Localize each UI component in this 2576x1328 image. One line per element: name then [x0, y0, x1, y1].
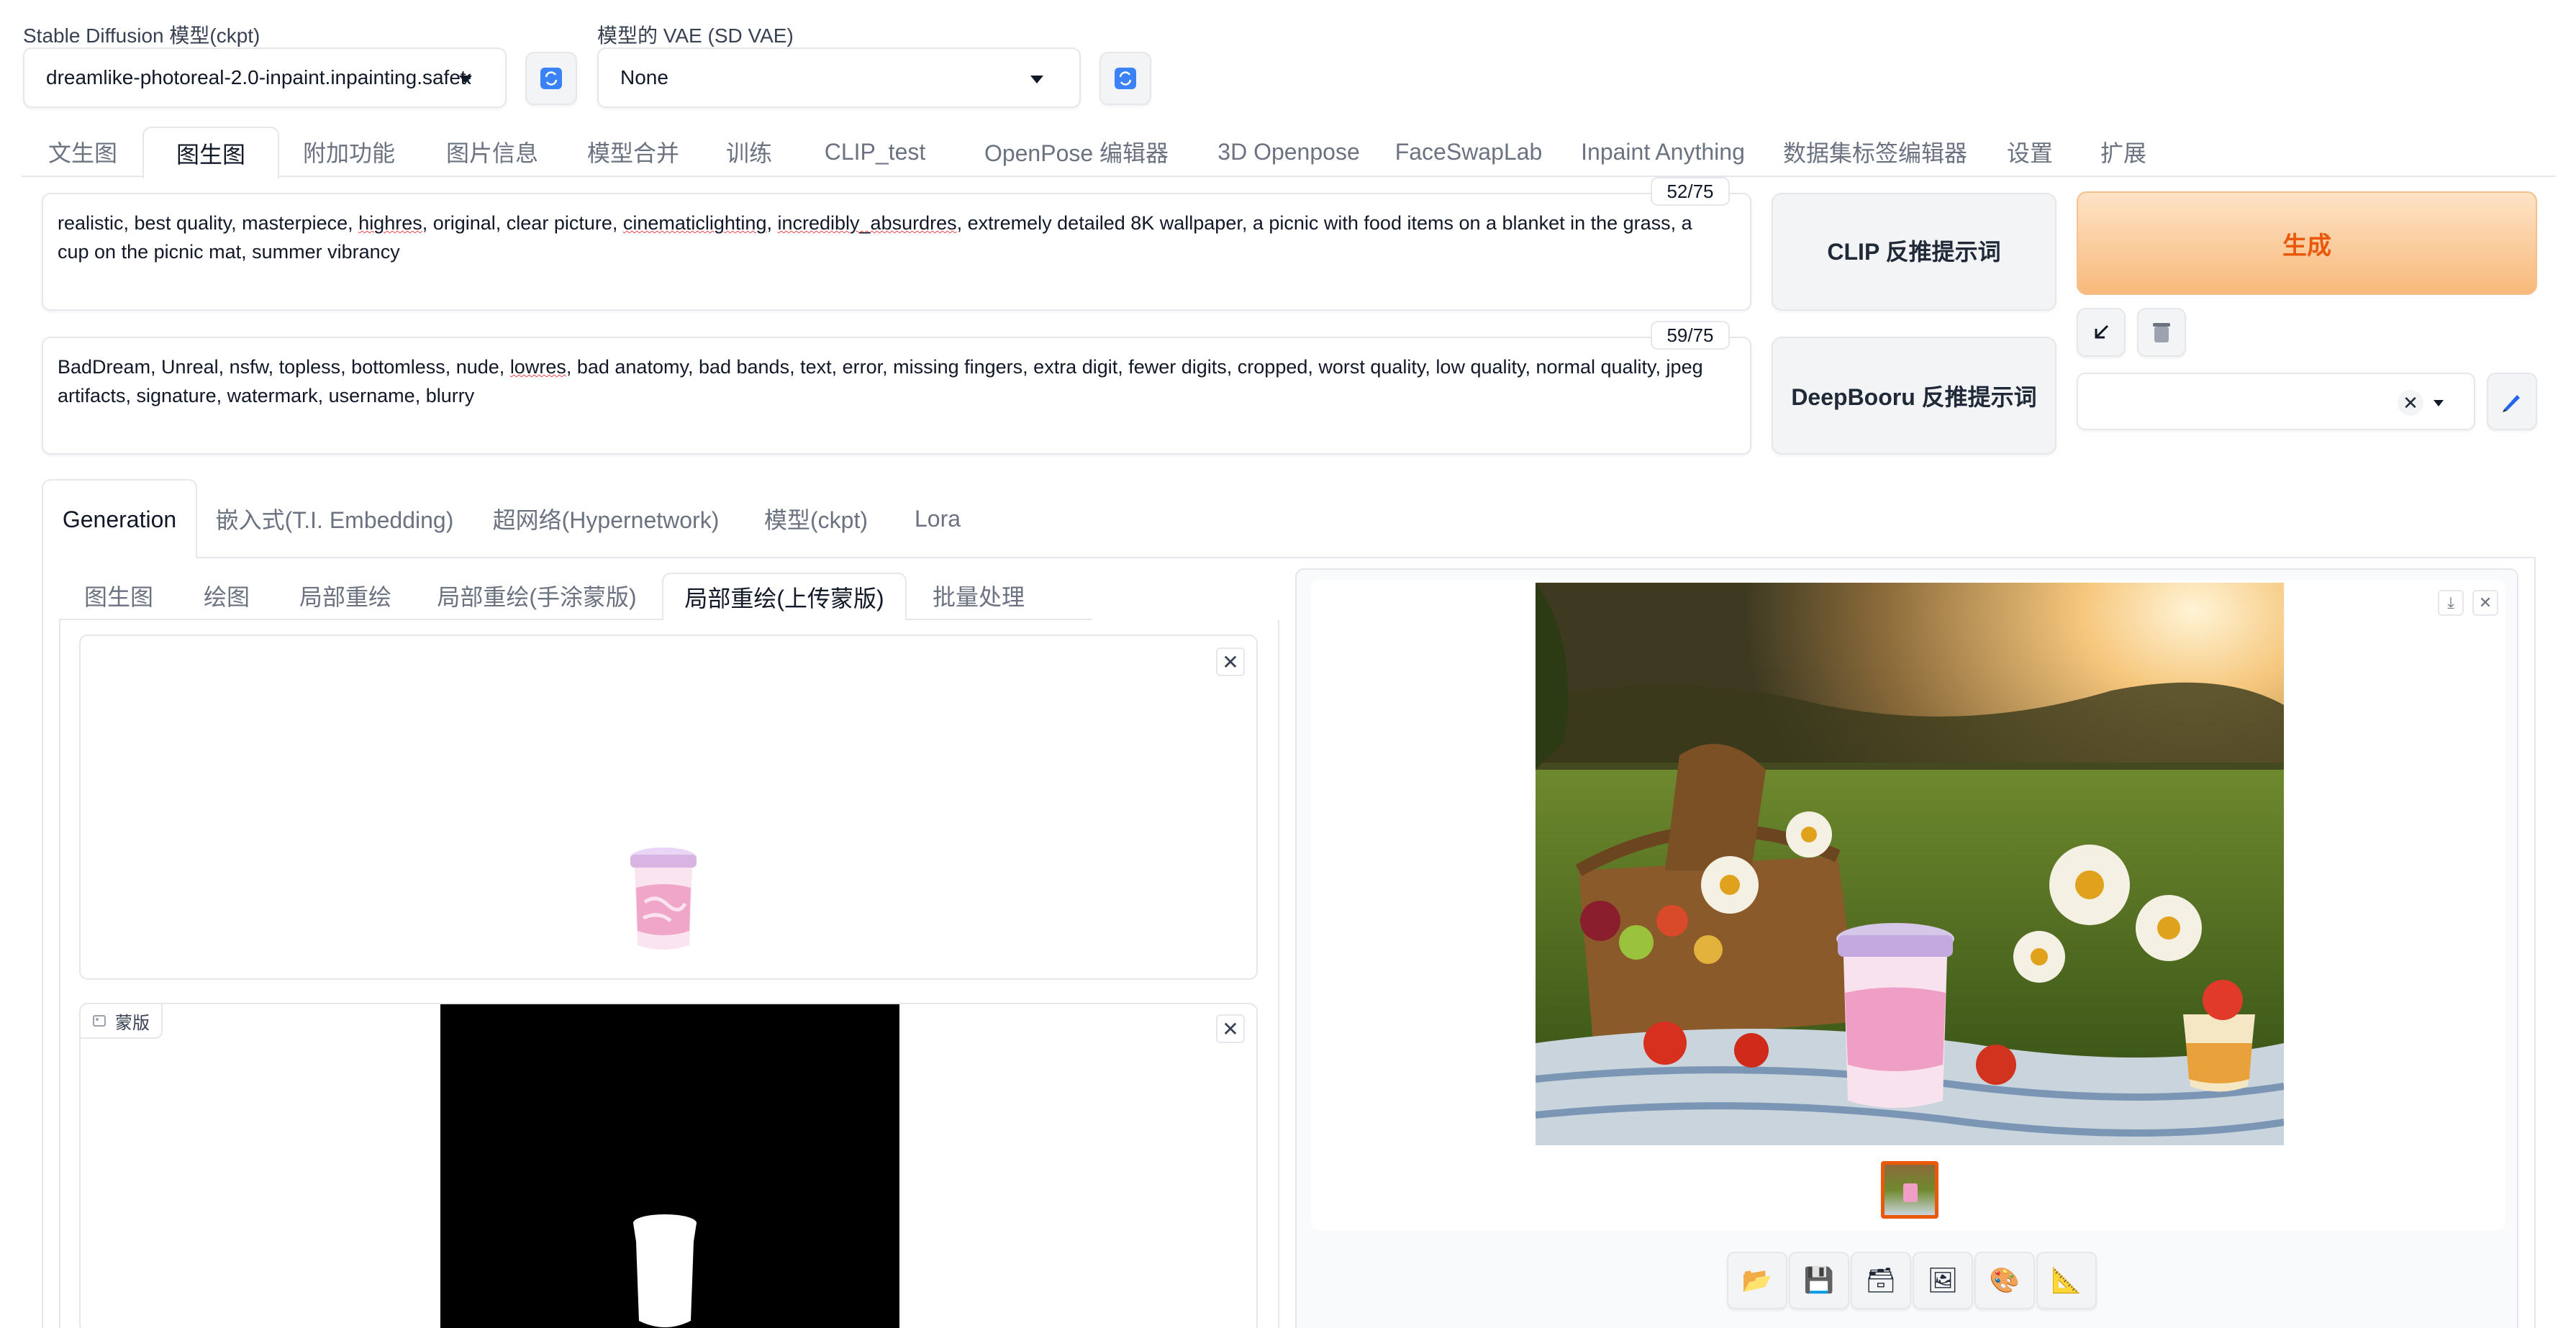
- mask-label-chip: 蒙版: [81, 1004, 163, 1039]
- output-thumbnail[interactable]: [1881, 1161, 1938, 1219]
- negative-prompt-text: BadDream, Unreal, nsfw, topless, bottoml…: [58, 353, 1721, 410]
- prompt-text: realistic, best quality, masterpiece, hi…: [58, 209, 1721, 266]
- prompt-textarea[interactable]: realistic, best quality, masterpiece, hi…: [42, 193, 1751, 311]
- prompt-segment: ,: [766, 212, 778, 234]
- tab-png-info[interactable]: 图片信息: [422, 127, 563, 177]
- tab-extras[interactable]: 附加功能: [281, 127, 417, 177]
- mask-canvas: [440, 1004, 899, 1328]
- close-icon[interactable]: ✕: [2472, 590, 2498, 616]
- chevron-down-icon: [2434, 400, 2444, 406]
- palette-icon: 🎨: [1989, 1267, 2021, 1294]
- tab-txt2img[interactable]: 文生图: [22, 127, 144, 177]
- tab-generation[interactable]: Generation: [42, 479, 197, 558]
- image-icon: 🖼: [1927, 1267, 1959, 1294]
- ckpt-dropdown[interactable]: dreamlike-photoreal-2.0-inpaint.inpainti…: [23, 47, 507, 108]
- tab-dataset-tag-editor[interactable]: 数据集标签编辑器: [1767, 127, 1983, 177]
- tab-extensions[interactable]: 扩展: [2077, 127, 2170, 177]
- tab-3d-openpose[interactable]: 3D Openpose: [1199, 127, 1379, 177]
- vae-value: None: [620, 66, 668, 88]
- vae-label: 模型的 VAE (SD VAE): [597, 24, 794, 47]
- mask-shape: [633, 1214, 697, 1327]
- zip-button[interactable]: 🗃: [1851, 1252, 1911, 1309]
- chevron-down-icon: [1030, 76, 1043, 83]
- trash-icon: [2153, 323, 2170, 342]
- image-icon: [93, 1015, 106, 1027]
- deepbooru-interrogate-button[interactable]: DeepBooru 反推提示词: [1772, 337, 2056, 455]
- cup-image: [630, 847, 697, 950]
- styles-dropdown[interactable]: ✕: [2077, 373, 2475, 430]
- tab-merge[interactable]: 模型合并: [563, 127, 704, 177]
- close-icon[interactable]: ✕: [1216, 1014, 1245, 1043]
- negative-misspelled-word: lowres: [509, 356, 566, 378]
- send-to-extras-button[interactable]: 📐: [2036, 1252, 2097, 1309]
- tab-embedding[interactable]: 嵌入式(T.I. Embedding): [209, 494, 461, 544]
- refresh-icon: [540, 68, 562, 89]
- main-tabs: 文生图 图生图 附加功能 图片信息 模型合并 训练 CLIP_test Open…: [22, 127, 2556, 178]
- edit-styles-button[interactable]: [2487, 373, 2537, 430]
- prompt-segment: , original, clear picture,: [422, 212, 623, 234]
- prompt-segment: realistic, best quality, masterpiece,: [58, 212, 359, 234]
- subtab-img2img[interactable]: 图生图: [72, 573, 165, 619]
- ckpt-value: dreamlike-photoreal-2.0-inpaint.inpainti…: [46, 66, 471, 88]
- negative-segment: BadDream, Unreal, nsfw, topless, bottoml…: [58, 356, 510, 378]
- refresh-vae-button[interactable]: [1099, 52, 1151, 105]
- tab-inpaint-anything[interactable]: Inpaint Anything: [1559, 127, 1767, 177]
- arrow-down-left-icon: [2095, 324, 2109, 339]
- vae-dropdown[interactable]: None: [597, 47, 1081, 108]
- prompt-misspelled-word: cinematiclighting: [622, 212, 767, 234]
- tab-lora[interactable]: Lora: [898, 494, 977, 544]
- ckpt-label: Stable Diffusion 模型(ckpt): [23, 24, 260, 47]
- open-folder-button[interactable]: 📂: [1727, 1252, 1787, 1309]
- ruler-icon: 📐: [2051, 1267, 2082, 1294]
- generate-button[interactable]: 生成: [2077, 191, 2537, 295]
- clear-prompt-button[interactable]: [2137, 308, 2186, 357]
- negative-token-counter: 59/75: [1651, 321, 1730, 350]
- negative-prompt-textarea[interactable]: BadDream, Unreal, nsfw, topless, bottoml…: [42, 337, 1751, 455]
- send-to-inpaint-button[interactable]: 🎨: [1974, 1252, 2035, 1309]
- tab-img2img[interactable]: 图生图: [142, 127, 279, 178]
- subtab-sketch[interactable]: 绘图: [180, 573, 273, 619]
- prompt-misspelled-word: highres: [358, 212, 422, 234]
- tab-faceswaplab[interactable]: FaceSwapLab: [1379, 127, 1559, 177]
- output-image[interactable]: [1536, 583, 2284, 1145]
- download-icon[interactable]: ⤓: [2438, 590, 2464, 616]
- subtab-inpaint[interactable]: 局部重绘: [288, 573, 403, 619]
- read-params-button[interactable]: [2077, 308, 2126, 357]
- mask-image-box[interactable]: 蒙版 ✕: [79, 1003, 1258, 1328]
- chevron-down-icon: [459, 76, 472, 83]
- thumbnail-cup: [1903, 1183, 1918, 1202]
- tab-clip-test[interactable]: CLIP_test: [796, 127, 954, 177]
- subtab-inpaint-upload[interactable]: 局部重绘(上传蒙版): [662, 573, 907, 620]
- tab-settings[interactable]: 设置: [1983, 127, 2077, 177]
- folder-icon: 📂: [1741, 1267, 1773, 1294]
- init-image-box[interactable]: ✕: [79, 635, 1258, 980]
- clip-interrogate-button[interactable]: CLIP 反推提示词: [1772, 193, 2056, 311]
- send-to-img2img-button[interactable]: 🖼: [1913, 1252, 1973, 1309]
- prompt-token-counter: 52/75: [1651, 177, 1730, 206]
- refresh-icon: [1115, 68, 1136, 89]
- tab-hypernetwork[interactable]: 超网络(Hypernetwork): [484, 494, 728, 544]
- tab-ckpt[interactable]: 模型(ckpt): [751, 494, 881, 544]
- zip-icon: 🗃: [1865, 1267, 1897, 1294]
- prompt-misspelled-word: incredibly_absurdres: [777, 212, 957, 234]
- clear-x-icon[interactable]: ✕: [2398, 390, 2423, 416]
- tab-train[interactable]: 训练: [702, 127, 796, 177]
- close-icon[interactable]: ✕: [1216, 647, 1245, 676]
- save-button[interactable]: 💾: [1789, 1252, 1849, 1309]
- subtab-batch[interactable]: 批量处理: [921, 573, 1036, 619]
- mask-label: 蒙版: [115, 1013, 150, 1033]
- subtab-inpaint-sketch[interactable]: 局部重绘(手涂蒙版): [429, 573, 645, 619]
- save-icon: 💾: [1803, 1267, 1835, 1294]
- pencil-icon: [2503, 395, 2520, 412]
- tab-openpose-editor[interactable]: OpenPose 编辑器: [954, 127, 1199, 177]
- refresh-ckpt-button[interactable]: [525, 52, 577, 105]
